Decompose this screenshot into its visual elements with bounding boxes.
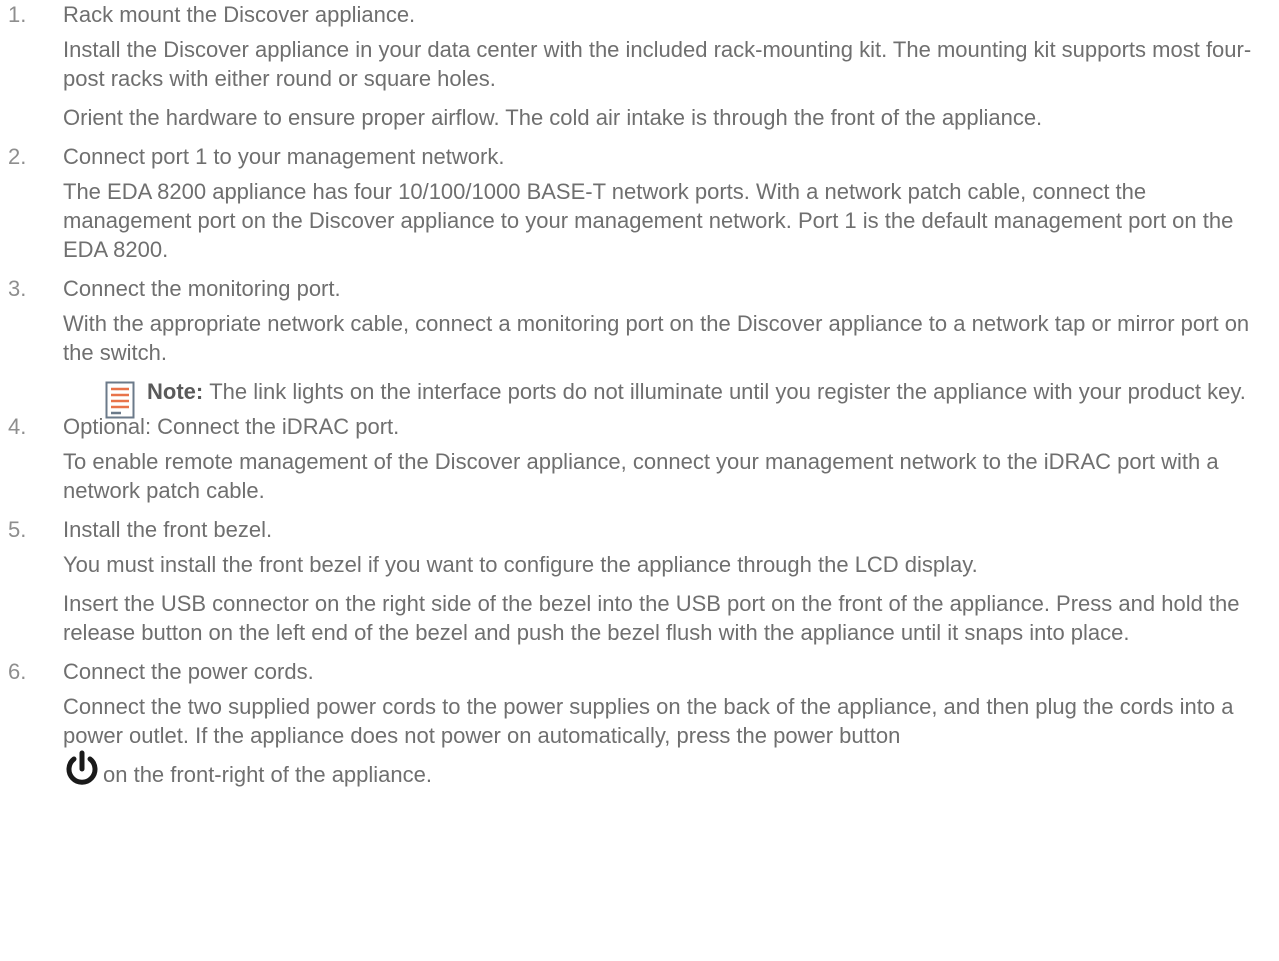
step-number: 3. [8, 276, 27, 301]
step-number: 1. [8, 2, 27, 27]
step-paragraph: To enable remote management of the Disco… [63, 449, 1219, 503]
step-paragraph: The EDA 8200 appliance has four 10/100/1… [63, 179, 1234, 262]
step-number: 4. [8, 414, 27, 439]
step-number: 5. [8, 517, 27, 542]
step-title: Connect the monitoring port. [63, 276, 341, 301]
step-1: 1. Rack mount the Discover appliance. In… [0, 0, 1279, 132]
step-6: 6. Connect the power cords. Connect the … [0, 657, 1279, 789]
step-2: 2. Connect port 1 to your management net… [0, 142, 1279, 264]
document-body: 1. Rack mount the Discover appliance. In… [0, 0, 1279, 789]
step-5: 5. Install the front bezel. You must ins… [0, 515, 1279, 647]
step-title: Rack mount the Discover appliance. [63, 2, 416, 27]
step-paragraph: Orient the hardware to ensure proper air… [63, 105, 1043, 130]
step-title: Connect port 1 to your management networ… [63, 144, 505, 169]
step-4: 4. Optional: Connect the iDRAC port. To … [0, 412, 1279, 505]
note-label: Note: [147, 379, 204, 404]
power-tail-text: on the front-right of the appliance. [103, 762, 432, 787]
note-text: The link lights on the interface ports d… [209, 379, 1246, 404]
step-paragraph: Insert the USB connector on the right si… [63, 591, 1240, 645]
step-title: Install the front bezel. [63, 517, 273, 542]
step-number: 6. [8, 659, 27, 684]
note-callout: Note: The link lights on the interface po… [105, 377, 1265, 419]
step-paragraph: You must install the front bezel if you … [63, 552, 978, 577]
step-title: Optional: Connect the iDRAC port. [63, 414, 400, 439]
step-number: 2. [8, 144, 27, 169]
power-icon [66, 750, 98, 785]
step-paragraph: Install the Discover appliance in your d… [63, 37, 1252, 91]
step-paragraph: Connect the two supplied power cords to … [63, 692, 1265, 789]
step-paragraph: With the appropriate network cable, conn… [63, 311, 1250, 365]
step-title: Connect the power cords. [63, 659, 314, 684]
power-paragraph-text: Connect the two supplied power cords to … [63, 694, 1234, 748]
step-3: 3. Connect the monitoring port. With the… [0, 274, 1279, 419]
